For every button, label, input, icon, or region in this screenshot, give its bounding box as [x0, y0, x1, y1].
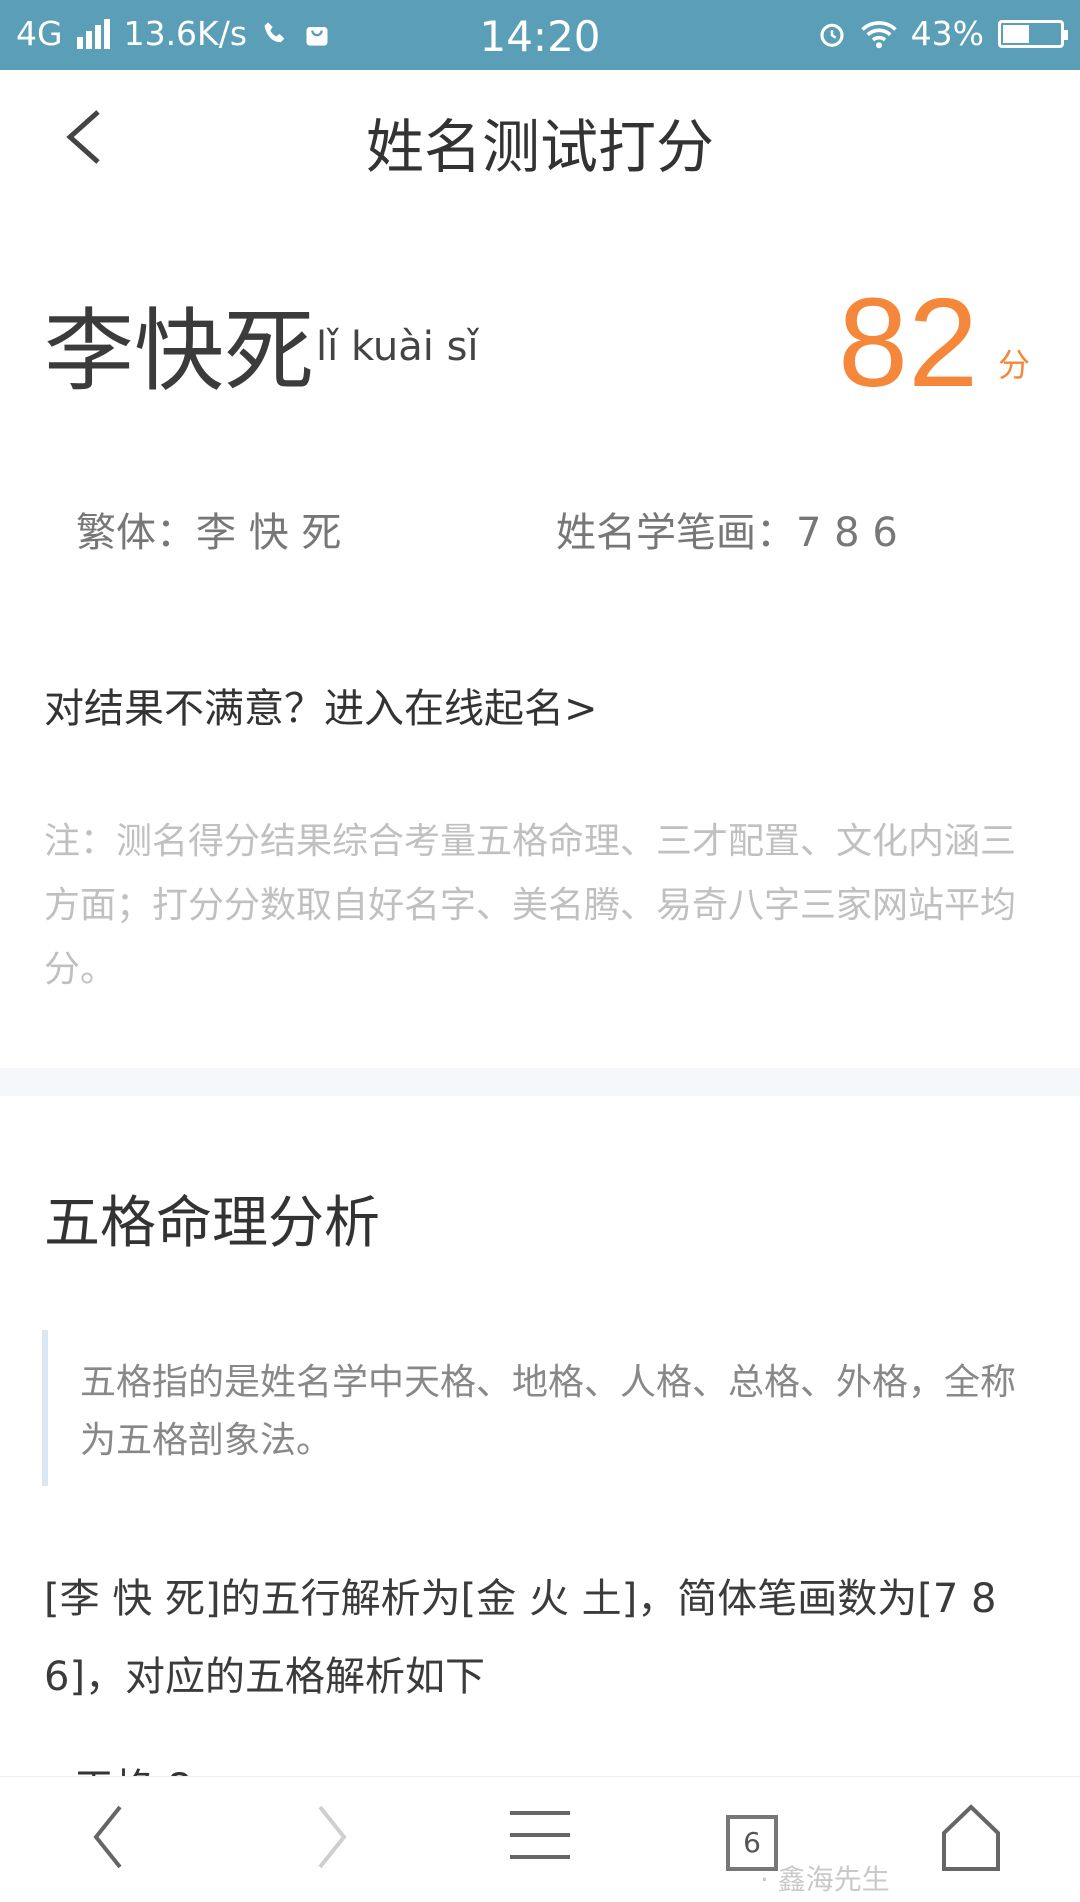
section-divider	[0, 1068, 1080, 1096]
chevron-right-icon	[318, 1805, 347, 1869]
nav-forward-button[interactable]	[300, 1777, 360, 1898]
result-name: 李快死	[44, 299, 314, 404]
scoring-note: 注：测名得分结果综合考量五格命理、三才配置、文化内涵三方面；打分分数取自好名字、…	[44, 821, 1017, 990]
result-score: 82	[838, 272, 979, 413]
wifi-icon	[860, 20, 897, 48]
wuge-quote-text: 五格指的是姓名学中天格、地格、人格、总格、外格，全称为五格剖象法。	[80, 1362, 1017, 1461]
menu-icon	[510, 1811, 570, 1859]
score-unit: 分	[998, 346, 1031, 384]
wuge-section-title: 五格命理分析	[44, 1191, 380, 1256]
watermark: · 鑫海先生	[760, 1863, 890, 1896]
stroke-count: 姓名学笔画：7 8 6	[556, 510, 898, 556]
page-title: 姓名测试打分	[365, 113, 714, 181]
home-icon	[942, 1804, 1000, 1871]
online-naming-link[interactable]: 对结果不满意？进入在线起名>	[44, 676, 598, 734]
wuge-quote-block: 五格指的是姓名学中天格、地格、人格、总格、外格，全称为五格剖象法。	[42, 1330, 1038, 1486]
traditional-chars: 繁体：李 快 死	[76, 510, 342, 556]
wuge-analysis-text: [李 快 死]的五行解析为[金 火 土]，简体笔画数为[7 8 6]，对应的五格…	[44, 1576, 997, 1700]
battery-percent: 43%	[910, 14, 984, 53]
battery-icon	[998, 19, 1068, 48]
bottom-nav: 6	[0, 1776, 1080, 1898]
tiange-peek: 天格 8	[74, 1756, 192, 1778]
alarm-icon	[820, 23, 844, 47]
nav-home-button[interactable]	[936, 1777, 1006, 1898]
nav-back-button[interactable]	[80, 1777, 140, 1898]
nav-menu-button[interactable]	[500, 1777, 580, 1898]
title-bar: 姓名测试打分	[0, 70, 1080, 200]
result-pinyin: lǐ kuài sǐ	[316, 324, 479, 370]
chevron-left-icon	[93, 1805, 122, 1869]
status-bar: 4G 13.6K/s 14:20 43%	[0, 0, 1080, 70]
